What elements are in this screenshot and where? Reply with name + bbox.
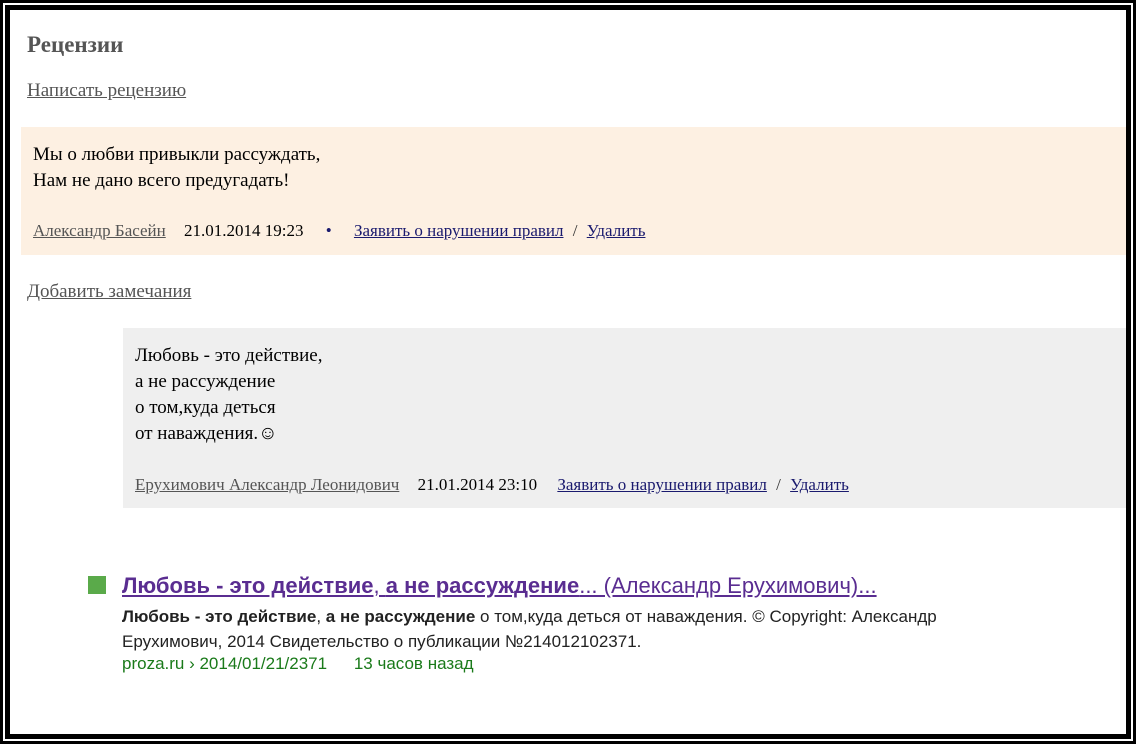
title-part: ... (Александр Ерухимович)... [579,573,877,598]
report-violation-link[interactable]: Заявить о нарушении правил [354,221,564,240]
snippet-bold-part: Любовь - это действие [122,607,317,626]
link-separator: / [572,221,578,240]
review-text: Мы о любви привыкли рассуждать, Нам не д… [33,142,320,194]
link-separator: / [776,475,781,494]
green-square-icon [88,576,106,594]
delete-review-link[interactable]: Удалить [587,221,646,240]
reviews-heading: Рецензии [27,32,124,57]
search-result-title-link[interactable]: Любовь - это действие, а не рассуждение.… [122,573,877,599]
search-result-url[interactable]: proza.ru › 2014/01/21/2371 [122,654,327,673]
write-review-link[interactable]: Написать рецензию [27,80,186,102]
snippet-part: , [316,607,326,626]
comment-line: а не рассуждение [135,371,276,392]
comment-line: от наваждения.☺ [135,423,278,444]
reply-comment: Любовь - это действие, а не рассуждение … [123,328,1126,508]
review-line: Мы о любви привыкли рассуждать, [33,144,321,165]
delete-comment-link[interactable]: Удалить [790,475,849,494]
search-result-snippet: Любовь - это действие, а не рассуждение … [122,604,962,654]
comment-text: Любовь - это действие, а не рассуждение … [135,343,323,447]
add-remarks-link[interactable]: Добавить замечания [27,281,191,303]
title-part: , [373,573,386,598]
comment-meta: Ерухимович Александр Леонидович 21.01.20… [135,475,849,495]
comment-date: 21.01.2014 23:10 [417,475,538,494]
comment-line: о том,куда деться [135,397,276,418]
reviews-panel: Рецензии Написать рецензию Мы о любви пр… [10,10,1126,734]
title-bold-part: Любовь - это действие [122,573,374,598]
report-violation-link[interactable]: Заявить о нарушении правил [557,475,767,494]
search-result-url-row: proza.ru › 2014/01/21/2371 13 часов наза… [122,654,474,674]
review-author-link[interactable]: Александр Басейн [33,221,166,240]
review-line: Нам не дано всего предугадать! [33,170,290,191]
review-item: Мы о любви привыкли рассуждать, Нам не д… [21,127,1126,255]
snippet-bold-part: а не рассуждение [325,607,476,626]
review-date: 21.01.2014 19:23 [184,221,304,240]
title-bold-part: а не рассуждение [385,573,580,598]
review-meta: Александр Басейн 21.01.2014 19:23 • Заяв… [33,221,645,241]
bullet-separator: • [325,221,332,240]
search-result-time: 13 часов назад [353,654,474,673]
comment-line: Любовь - это действие, [135,345,323,366]
comment-author-link[interactable]: Ерухимович Александр Леонидович [135,475,399,494]
